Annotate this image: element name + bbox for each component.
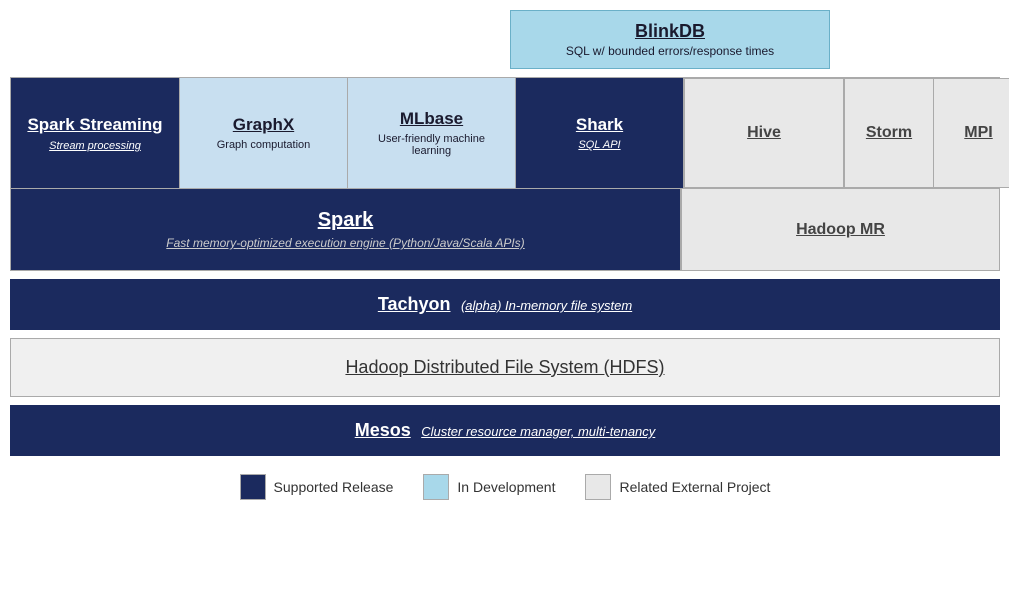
mpi-title: MPI	[964, 124, 992, 142]
blinkdb-subtitle: SQL w/ bounded errors/response times	[527, 44, 813, 58]
shark-box: Shark SQL API	[515, 78, 683, 188]
spark-streaming-box: Spark Streaming Stream processing	[11, 78, 179, 188]
spark-streaming-subtitle: Stream processing	[49, 140, 141, 152]
spark-title: Spark	[318, 209, 374, 232]
legend-supported: Supported Release	[240, 474, 394, 500]
tachyon-title: Tachyon	[378, 294, 451, 314]
storm-title: Storm	[866, 124, 912, 142]
hdfs-title: Hadoop Distributed File System (HDFS)	[345, 357, 664, 377]
hive-box: Hive	[684, 78, 844, 188]
mesos-title: Mesos	[355, 420, 411, 440]
legend-in-development: In Development	[423, 474, 555, 500]
legend-light-blue-box	[423, 474, 449, 500]
spark-box: Spark Fast memory-optimized execution en…	[11, 189, 681, 270]
top-row: Spark Streaming Stream processing GraphX…	[10, 77, 1000, 189]
middle-row: Spark Fast memory-optimized execution en…	[10, 189, 1000, 271]
external-top-group: Hive Storm MPI	[683, 78, 1009, 188]
mlbase-box: MLbase User-friendly machine learning	[347, 78, 515, 188]
mesos-row: Mesos Cluster resource manager, multi-te…	[10, 405, 1000, 456]
mlbase-title: MLbase	[400, 109, 463, 129]
legend-external-label: Related External Project	[619, 479, 770, 495]
mlbase-subtitle: User-friendly machine learning	[358, 133, 505, 157]
hive-title: Hive	[747, 124, 781, 142]
graphx-subtitle: Graph computation	[217, 139, 311, 151]
legend-gray-box	[585, 474, 611, 500]
diagram-container: BlinkDB SQL w/ bounded errors/response t…	[10, 10, 1000, 500]
shark-title: Shark	[576, 115, 623, 135]
blinkdb-box: BlinkDB SQL w/ bounded errors/response t…	[510, 10, 830, 69]
legend-in-development-label: In Development	[457, 479, 555, 495]
graphx-box: GraphX Graph computation	[179, 78, 347, 188]
hdfs-row: Hadoop Distributed File System (HDFS)	[10, 338, 1000, 397]
spark-streaming-title: Spark Streaming	[27, 114, 162, 136]
storm-box: Storm	[844, 78, 934, 188]
tachyon-row: Tachyon (alpha) In-memory file system	[10, 279, 1000, 330]
mpi-box: MPI	[934, 78, 1009, 188]
legend-dark-box	[240, 474, 266, 500]
hadoop-mr-title: Hadoop MR	[796, 221, 885, 239]
legend-supported-label: Supported Release	[274, 479, 394, 495]
blinkdb-title: BlinkDB	[527, 21, 813, 42]
legend: Supported Release In Development Related…	[10, 474, 1000, 500]
shark-subtitle: SQL API	[578, 139, 620, 151]
tachyon-subtitle: (alpha) In-memory file system	[461, 298, 632, 313]
legend-external: Related External Project	[585, 474, 770, 500]
graphx-title: GraphX	[233, 115, 294, 135]
blinkdb-row: BlinkDB SQL w/ bounded errors/response t…	[10, 10, 1000, 69]
spark-subtitle: Fast memory-optimized execution engine (…	[166, 236, 524, 250]
hadoop-mr-box: Hadoop MR	[681, 189, 999, 270]
mesos-subtitle: Cluster resource manager, multi-tenancy	[421, 424, 655, 439]
